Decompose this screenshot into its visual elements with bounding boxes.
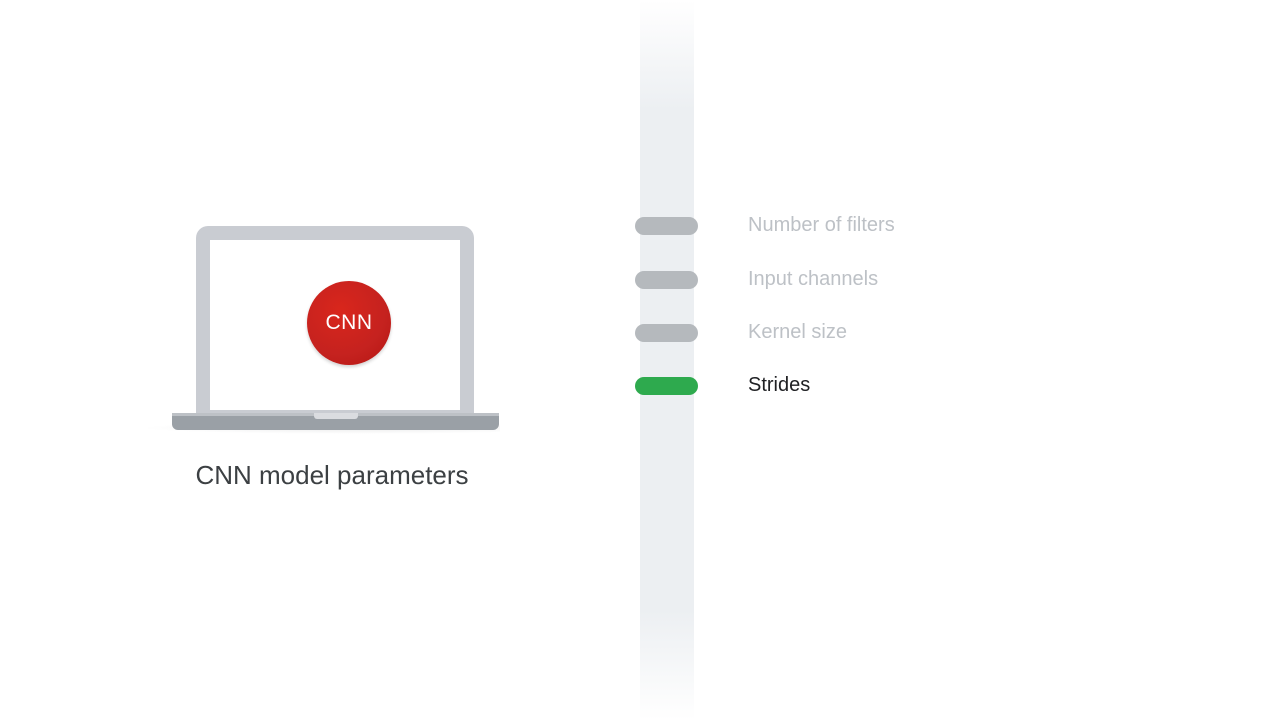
cnn-badge: CNN	[307, 281, 391, 365]
param-pill-active	[635, 377, 698, 395]
param-label: Input channels	[748, 268, 879, 290]
param-row-strides: Strides	[635, 374, 1055, 397]
param-label: Kernel size	[748, 321, 847, 343]
laptop-illustration: CNN	[140, 226, 500, 436]
laptop-caption: CNN model parameters	[195, 460, 469, 490]
param-label: Number of filters	[748, 214, 895, 236]
laptop-screen: CNN	[210, 240, 460, 410]
param-label-active: Strides	[748, 374, 811, 396]
param-pill	[635, 324, 698, 342]
param-row-kernel-size: Kernel size	[635, 321, 1055, 344]
param-row-input-channels: Input channels	[635, 268, 1055, 291]
laptop-base	[172, 413, 499, 430]
param-row-number-of-filters: Number of filters	[635, 214, 1055, 237]
param-pill	[635, 271, 698, 289]
param-pill	[635, 217, 698, 235]
laptop-notch	[314, 413, 358, 419]
vertical-track	[640, 0, 694, 720]
cnn-badge-label: CNN	[325, 311, 373, 334]
laptop-lid: CNN	[196, 226, 474, 414]
